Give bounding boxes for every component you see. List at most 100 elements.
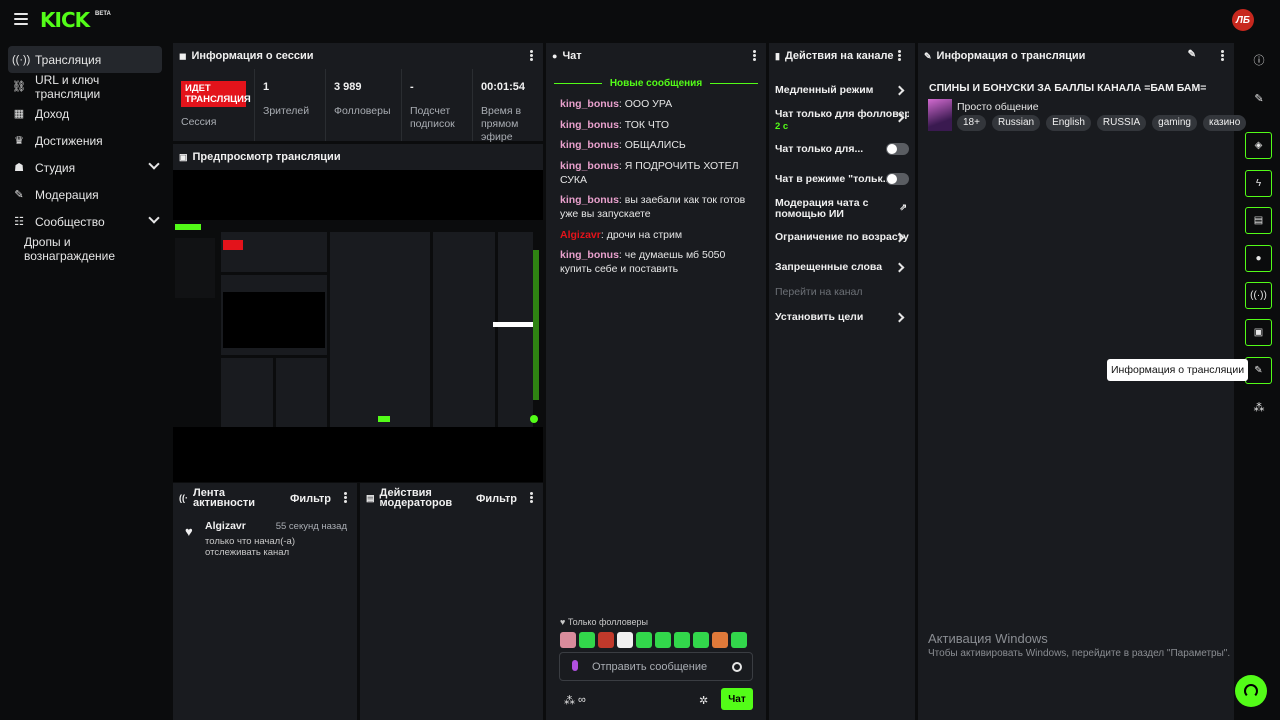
kick-logo[interactable]: KICK (40, 8, 90, 32)
emote-icon[interactable] (731, 632, 747, 648)
action-ai-moderation[interactable]: Модерация чата с помощью ИИ ⇗ (775, 198, 907, 220)
sidebar-item-broadcast[interactable]: ((·)) Трансляция (8, 46, 162, 73)
toggle-switch[interactable] (886, 143, 909, 155)
emote-icon[interactable] (617, 632, 633, 648)
wrench-icon: ✎ (924, 50, 932, 61)
activity-user[interactable]: Algizavr (205, 520, 246, 532)
sidebar-item-url-key[interactable]: ⛓ URL и ключ трансляции (8, 73, 162, 101)
more-options-icon[interactable] (1221, 50, 1224, 61)
help-button[interactable] (1235, 675, 1267, 707)
sidebar-item-revenue[interactable]: ▦ Доход (8, 100, 162, 127)
points-icon[interactable]: ⁂ (564, 694, 575, 707)
action-label: Ограничение по возрасту (775, 232, 909, 243)
tag-badge: English (1046, 115, 1091, 131)
chat-message: king_bonus: вы заебали как ток готов уже… (560, 194, 746, 220)
emote-icon[interactable] (693, 632, 709, 648)
action-label: Чат только для фолловеров (775, 109, 909, 120)
headset-icon (1244, 684, 1258, 698)
action-emote-only[interactable]: Чат в режиме "тольк... (775, 173, 909, 185)
panel-title: Предпросмотр трансляции (192, 151, 341, 163)
emote-icon[interactable] (674, 632, 690, 648)
emote-icon[interactable] (579, 632, 595, 648)
stat-followers: 3 989 Фолловеры (326, 69, 402, 141)
filter-button[interactable]: Фильтр (290, 493, 331, 505)
chat-message: king_bonus: че думаешь мб 5050 купить се… (560, 249, 726, 275)
rail-activity-button[interactable]: ((·)) (1245, 282, 1272, 309)
toggle-switch[interactable] (886, 173, 909, 185)
emote-icon[interactable] (655, 632, 671, 648)
rail-preview-button[interactable]: ◈ (1245, 132, 1272, 159)
action-slow-mode[interactable]: Медленный режим (775, 85, 909, 96)
chat-input-placeholder: Отправить сообщение (592, 660, 708, 673)
more-options-icon[interactable] (530, 492, 533, 503)
mod-actions-panel: ▤ Действия модераторов Фильтр (360, 483, 543, 720)
infinity-icon[interactable]: ∞ (578, 694, 586, 706)
log-icon: ▤ (366, 492, 375, 503)
more-options-icon[interactable] (753, 50, 756, 61)
chat-username[interactable]: king_bonus (560, 139, 619, 151)
rail-chat-button[interactable]: ● (1245, 245, 1272, 272)
sidebar-item-achievements[interactable]: ♛ Достижения (8, 127, 162, 154)
stat-value: - (410, 81, 414, 93)
filter-button[interactable]: Фильтр (476, 493, 517, 505)
preview-video[interactable] (173, 170, 544, 482)
more-options-icon[interactable] (344, 492, 347, 503)
sidebar-item-moderation[interactable]: ✎ Модерация (8, 181, 162, 208)
chevron-right-icon (894, 262, 905, 273)
menu-icon[interactable] (14, 13, 28, 25)
sidebar-item-drops[interactable]: Дропы и вознаграждение (8, 234, 162, 263)
panel-title: Действия модераторов (379, 487, 453, 509)
sidebar-item-studio[interactable]: ☗ Студия (8, 154, 162, 181)
emote-icon[interactable] (560, 632, 576, 648)
stat-label: Время в прямом эфире (481, 105, 522, 143)
microphone-icon[interactable] (572, 660, 578, 671)
chat-username[interactable]: Algizavr (560, 229, 601, 241)
rail-actions-button[interactable]: ϟ (1245, 170, 1272, 197)
chevron-right-icon (894, 85, 905, 96)
tag-badge: gaming (1152, 115, 1197, 131)
edit-icon[interactable]: ✎ (1188, 49, 1196, 60)
sidebar-item-label: Дропы и вознаграждение (24, 234, 116, 263)
tooltip: Информация о трансляции (1107, 359, 1249, 381)
panel-header: ✎ Информация о трансляции ✎ (918, 43, 1234, 69)
chat-message-input[interactable]: Отправить сообщение (559, 652, 753, 681)
user-avatar[interactable]: ЛБ (1232, 9, 1254, 31)
settings-icon[interactable]: ✲ (699, 694, 708, 707)
emote-icon[interactable] (712, 632, 728, 648)
action-banned-words[interactable]: Запрещенные слова (775, 262, 909, 273)
community-icon: ☷ (14, 216, 24, 228)
chat-username[interactable]: king_bonus (560, 160, 619, 172)
points-icon[interactable]: ⁂ (1250, 398, 1268, 416)
stat-label: Зрителей (263, 105, 310, 117)
action-followers-only[interactable]: Чат только для фолловеров 2 с (775, 109, 909, 132)
rail-stream-info-button[interactable]: ✎ (1245, 357, 1272, 384)
panel-title: Информация о трансляции (936, 50, 1086, 62)
chat-username[interactable]: king_bonus (560, 119, 619, 131)
more-options-icon[interactable] (530, 50, 533, 61)
emote-icon[interactable] (636, 632, 652, 648)
stat-value: 3 989 (334, 81, 362, 93)
rail-log-button[interactable]: ▤ (1245, 207, 1272, 234)
edit-icon[interactable]: ✎ (1250, 89, 1268, 107)
rail-channel-actions-button[interactable]: ▣ (1245, 319, 1272, 346)
heart-icon: ♥ (185, 524, 193, 539)
emote-icon[interactable] (598, 632, 614, 648)
chat-username[interactable]: king_bonus (560, 98, 619, 110)
activity-text: только что начал(-а) отслеживать канал (205, 536, 295, 558)
emoji-icon[interactable] (732, 662, 742, 672)
action-set-goals[interactable]: Установить цели (775, 312, 909, 323)
action-subscribers-only[interactable]: Чат только для... (775, 143, 909, 155)
more-options-icon[interactable] (898, 50, 901, 61)
tag-badge: 18+ (957, 115, 986, 131)
panel-title: Чат (562, 50, 582, 62)
action-age-restriction[interactable]: Ограничение по возрасту (775, 232, 909, 243)
chat-username[interactable]: king_bonus (560, 249, 619, 261)
chevron-down-icon (148, 158, 160, 170)
sidebar-item-community[interactable]: ☷ Сообщество (8, 208, 162, 235)
info-icon[interactable]: ⓘ (1250, 51, 1268, 69)
creator-dashboard: KICK BETA ЛБ ((·)) Трансляция ⛓ URL и кл… (0, 0, 1280, 720)
external-link-icon: ⇗ (899, 202, 907, 212)
send-chat-button[interactable]: Чат (721, 688, 753, 710)
chat-username[interactable]: king_bonus (560, 194, 619, 206)
action-go-to-channel: Перейти на канал (775, 287, 909, 298)
